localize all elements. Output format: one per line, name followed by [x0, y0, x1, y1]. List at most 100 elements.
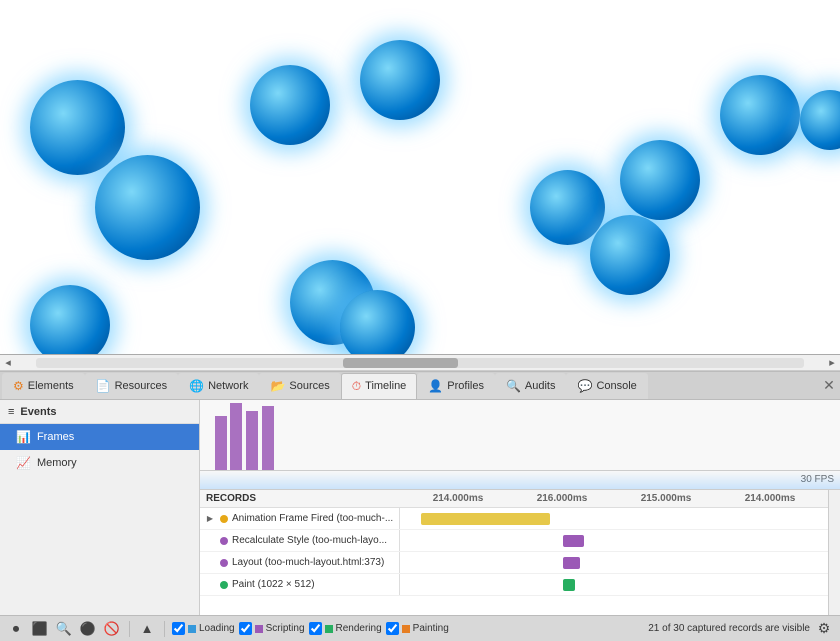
tab-resources[interactable]: 📄Resources	[85, 373, 179, 399]
sidebar-item-frames[interactable]: 📊 Frames	[0, 424, 199, 450]
filter-color-loading	[188, 625, 196, 633]
filter-scripting[interactable]: Scripting	[239, 622, 305, 635]
close-button[interactable]: ✕	[820, 377, 838, 395]
left-sidebar: ≡ Events 📊 Frames 📈 Memory	[0, 400, 200, 615]
settings-button[interactable]: ⚙	[814, 619, 834, 639]
timeline-bar	[230, 403, 242, 471]
sidebar-item-memory[interactable]: 📈 Memory	[0, 450, 199, 476]
bubble	[620, 140, 700, 220]
scroll-right-arrow[interactable]: ▸	[824, 355, 840, 371]
records-section-label: RECORDS	[206, 493, 406, 504]
bubble	[800, 90, 840, 150]
expand-arrow[interactable]	[204, 579, 216, 591]
bubble	[590, 215, 670, 295]
filter-button[interactable]: ▲	[137, 619, 157, 639]
filter-color-scripting	[255, 625, 263, 633]
devtools-panel: ⚙Elements📄Resources🌐Network📂Sources⏱Time…	[0, 371, 840, 641]
record-bar	[563, 557, 580, 569]
record-color-dot	[220, 559, 228, 567]
scrollbar-area: ◂ ▸	[0, 355, 840, 371]
record-color-dot	[220, 537, 228, 545]
filter-checkbox-scripting[interactable]	[239, 622, 252, 635]
timeline-bar	[215, 416, 227, 471]
scrollbar-track[interactable]	[36, 358, 804, 368]
record-right	[400, 552, 828, 573]
record-bar	[563, 579, 576, 591]
tab-console[interactable]: 💬Console	[566, 373, 647, 399]
scrollbar-thumb[interactable]	[343, 358, 458, 368]
timeline-marker: 214.000ms	[433, 493, 484, 504]
record-button[interactable]: ⏺	[6, 619, 26, 639]
bubble	[530, 170, 605, 245]
events-icon: ≡	[8, 406, 14, 418]
filter-color-rendering	[325, 625, 333, 633]
tab-network[interactable]: 🌐Network	[178, 373, 259, 399]
record-bar	[563, 535, 584, 547]
timeline-marker: 216.000ms	[537, 493, 588, 504]
filter-label-painting: Painting	[413, 623, 449, 634]
clear-button[interactable]: ⚫	[78, 619, 98, 639]
tab-timeline[interactable]: ⏱Timeline	[341, 373, 418, 399]
tab-sources[interactable]: 📂Sources	[259, 373, 340, 399]
expand-arrow[interactable]	[204, 557, 216, 569]
filter-loading[interactable]: Loading	[172, 622, 235, 635]
record-left-paint: Paint (1022 × 512)	[200, 574, 400, 595]
bottom-toolbar: ⏺ ⬛ 🔍 ⚫ 🚫 ▲ Loading Scripting Rendering Pai…	[0, 615, 840, 641]
tab-profiles[interactable]: 👤Profiles	[417, 373, 495, 399]
tab-audits[interactable]: 🔍Audits	[495, 373, 567, 399]
block-button[interactable]: 🚫	[102, 619, 122, 639]
stop-button[interactable]: ⬛	[30, 619, 50, 639]
timeline-markers: 214.000ms216.000ms215.000ms214.000ms	[406, 493, 822, 504]
toolbar-separator-2	[164, 621, 165, 637]
record-right	[400, 530, 828, 551]
bubble	[340, 290, 415, 355]
bubble	[360, 40, 440, 120]
record-name: Animation Frame Fired (too-much-...	[232, 513, 393, 524]
record-name: Paint (1022 × 512)	[232, 579, 315, 590]
timeline-bar	[246, 411, 258, 471]
sidebar-section-header: ≡ Events	[0, 400, 199, 424]
tab-elements[interactable]: ⚙Elements	[2, 373, 85, 399]
record-row: Paint (1022 × 512)	[200, 574, 828, 596]
timeline-graph: 30 FPS	[200, 400, 840, 490]
sidebar-frames-label: Frames	[37, 431, 74, 443]
records-list: ▶ Animation Frame Fired (too-much-... Reca…	[200, 508, 828, 596]
memory-area	[200, 471, 840, 489]
record-bar	[421, 513, 549, 525]
record-row: ▶ Animation Frame Fired (too-much-...	[200, 508, 828, 530]
filter-checkbox-loading[interactable]	[172, 622, 185, 635]
record-color-dot	[220, 581, 228, 589]
records-scrollbar[interactable]	[828, 490, 840, 615]
record-row: Recalculate Style (too-much-layo...	[200, 530, 828, 552]
records-area: RECORDS 214.000ms216.000ms215.000ms214.0…	[200, 490, 828, 615]
canvas-area	[0, 0, 840, 355]
toolbar-separator-1	[129, 621, 130, 637]
bubble	[30, 285, 110, 355]
expand-arrow[interactable]: ▶	[204, 513, 216, 525]
timeline-baseline	[200, 470, 840, 471]
filter-painting[interactable]: Painting	[386, 622, 449, 635]
filter-checkbox-rendering[interactable]	[309, 622, 322, 635]
bubble	[30, 80, 125, 175]
scroll-left-arrow[interactable]: ◂	[0, 355, 16, 371]
devtools-main: ≡ Events 📊 Frames 📈 Memory 30 FPS RECORDS	[0, 400, 840, 615]
record-left-layout: Layout (too-much-layout.html:373)	[200, 552, 400, 573]
frames-icon: 📊	[16, 430, 31, 444]
tab-bar: ⚙Elements📄Resources🌐Network📂Sources⏱Time…	[0, 372, 840, 400]
zoom-in-button[interactable]: 🔍	[54, 619, 74, 639]
bubble	[95, 155, 200, 260]
sidebar-section-label: Events	[20, 406, 56, 418]
filter-label-loading: Loading	[199, 623, 235, 634]
filter-checkbox-painting[interactable]	[386, 622, 399, 635]
record-left-recalculate-style: Recalculate Style (too-much-layo...	[200, 530, 400, 551]
filter-color-painting	[402, 625, 410, 633]
record-right	[400, 508, 828, 529]
memory-icon: 📈	[16, 456, 31, 470]
expand-arrow[interactable]	[204, 535, 216, 547]
filter-rendering[interactable]: Rendering	[309, 622, 382, 635]
sidebar-memory-label: Memory	[37, 457, 77, 469]
bubble	[250, 65, 330, 145]
filter-label-rendering: Rendering	[336, 623, 382, 634]
status-text: 21 of 30 captured records are visible	[648, 623, 810, 634]
records-wrapper: RECORDS 214.000ms216.000ms215.000ms214.0…	[200, 490, 840, 615]
